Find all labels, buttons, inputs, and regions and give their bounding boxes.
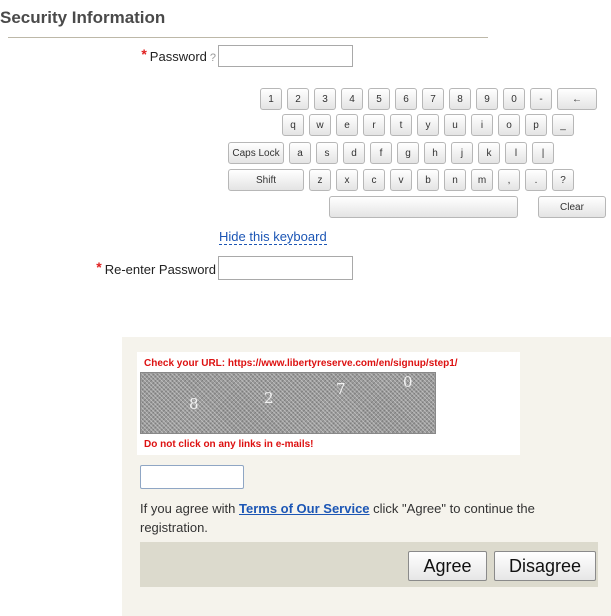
vk-key[interactable]: y: [417, 114, 439, 136]
vk-key[interactable]: l: [505, 142, 527, 164]
vk-key[interactable]: 5: [368, 88, 390, 110]
captcha-char: 8: [189, 395, 199, 413]
captcha-image: 8 2 7 0: [140, 372, 436, 434]
vk-key[interactable]: i: [471, 114, 493, 136]
title-divider: [8, 37, 488, 38]
vk-key[interactable]: e: [336, 114, 358, 136]
vk-key[interactable]: _: [552, 114, 574, 136]
vk-key[interactable]: -: [530, 88, 552, 110]
captcha-char: 0: [403, 373, 413, 391]
captcha-input[interactable]: [140, 465, 244, 489]
vk-key[interactable]: w: [309, 114, 331, 136]
vk-key[interactable]: c: [363, 169, 385, 191]
vk-key[interactable]: f: [370, 142, 392, 164]
reenter-label-group: * Re-enter Password: [60, 259, 216, 277]
vk-key[interactable]: z: [309, 169, 331, 191]
disagree-button[interactable]: Disagree: [494, 551, 596, 581]
terms-text: If you agree with Terms of Our Service c…: [140, 499, 585, 537]
vk-key[interactable]: k: [478, 142, 500, 164]
terms-before: If you agree with: [140, 501, 239, 516]
email-warning: Do not click on any links in e-mails!: [144, 439, 314, 450]
required-mark: *: [141, 46, 147, 62]
captcha-char: 7: [336, 380, 346, 398]
vk-key[interactable]: p: [525, 114, 547, 136]
terms-link[interactable]: Terms of Our Service: [239, 501, 370, 516]
password-input[interactable]: [218, 45, 353, 67]
section-title: Security Information: [0, 8, 166, 27]
vk-key[interactable]: 9: [476, 88, 498, 110]
vk-key[interactable]: u: [444, 114, 466, 136]
password-label: Password: [149, 49, 207, 64]
password-help-icon[interactable]: ?: [210, 52, 216, 64]
vk-key[interactable]: t: [390, 114, 412, 136]
vk-key[interactable]: a: [289, 142, 311, 164]
vk-key[interactable]: s: [316, 142, 338, 164]
url-notice: Check your URL: https://www.libertyreser…: [144, 358, 458, 369]
vk-key[interactable]: h: [424, 142, 446, 164]
vk-key[interactable]: x: [336, 169, 358, 191]
vk-key[interactable]: o: [498, 114, 520, 136]
vk-key[interactable]: |: [532, 142, 554, 164]
vk-key[interactable]: Caps Lock: [228, 142, 284, 164]
vk-key[interactable]: n: [444, 169, 466, 191]
vk-key[interactable]: 1: [260, 88, 282, 110]
vk-key[interactable]: 8: [449, 88, 471, 110]
vk-key[interactable]: 3: [314, 88, 336, 110]
hide-keyboard-link[interactable]: Hide this keyboard: [219, 229, 327, 245]
captcha-char: 2: [264, 389, 274, 407]
password-label-group: * Password?: [120, 46, 216, 64]
vk-key[interactable]: ?: [552, 169, 574, 191]
vk-key[interactable]: 2: [287, 88, 309, 110]
vk-key[interactable]: 4: [341, 88, 363, 110]
vk-key[interactable]: g: [397, 142, 419, 164]
vk-key[interactable]: 0: [503, 88, 525, 110]
agree-button[interactable]: Agree: [408, 551, 487, 581]
vk-key[interactable]: r: [363, 114, 385, 136]
required-mark: *: [96, 259, 102, 275]
vk-key[interactable]: ,: [498, 169, 520, 191]
vk-key[interactable]: 6: [395, 88, 417, 110]
vk-key[interactable]: j: [451, 142, 473, 164]
vk-key[interactable]: ←: [557, 88, 597, 110]
vk-space-key[interactable]: [329, 196, 518, 218]
reenter-password-input[interactable]: [218, 256, 353, 280]
vk-key[interactable]: b: [417, 169, 439, 191]
vk-key[interactable]: q: [282, 114, 304, 136]
vk-key[interactable]: v: [390, 169, 412, 191]
vk-key[interactable]: Shift: [228, 169, 304, 191]
vk-key[interactable]: .: [525, 169, 547, 191]
vk-key[interactable]: 7: [422, 88, 444, 110]
reenter-password-label: Re-enter Password: [104, 262, 216, 277]
vk-key[interactable]: m: [471, 169, 493, 191]
vk-clear-key[interactable]: Clear: [538, 196, 606, 218]
vk-key[interactable]: d: [343, 142, 365, 164]
